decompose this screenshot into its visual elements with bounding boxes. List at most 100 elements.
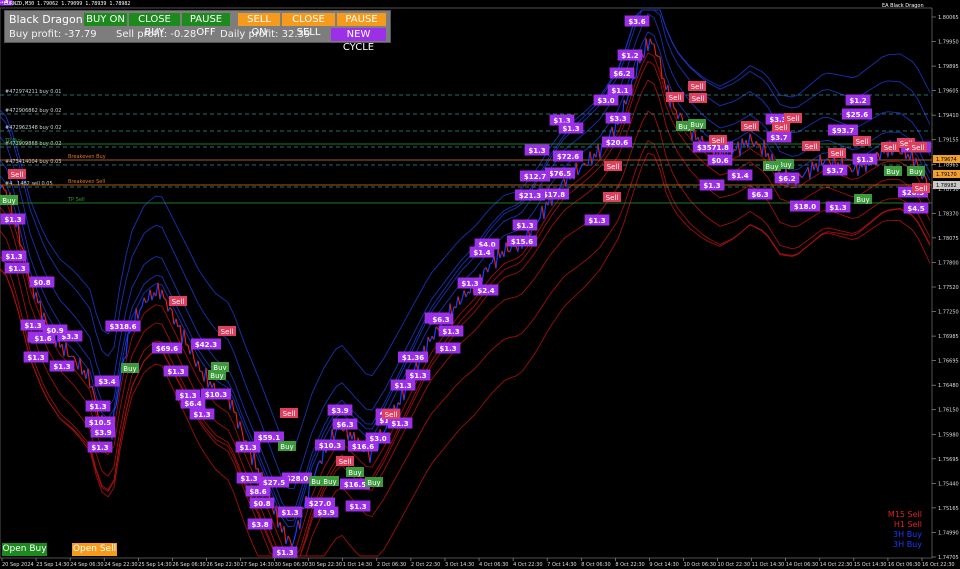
close-sell-button[interactable]: CLOSE SELL: [282, 13, 335, 38]
profit-label: $1.2: [617, 49, 643, 61]
profit-label: $3.9: [313, 506, 339, 518]
profit-label: $72.6: [553, 150, 583, 162]
legend-entry: 3H Buy: [893, 540, 922, 549]
price-tick-label: 1.80065: [938, 15, 959, 21]
order-line-label: TP Buy: [4, 138, 22, 144]
profit-label: $1.3: [0, 213, 26, 225]
buy-tag-text: Buy: [765, 163, 778, 171]
sell-tag-text: Sell: [339, 458, 352, 466]
svg-text:$1.3: $1.3: [349, 503, 366, 511]
profit-label: $6.2: [774, 172, 800, 184]
svg-text:$1.3: $1.3: [240, 475, 257, 483]
price-tick-label: 1.75695: [938, 457, 959, 463]
order-line-label: Breakeven Sell: [68, 179, 105, 185]
svg-text:$10.3: $10.3: [205, 391, 227, 399]
svg-text:$1.3: $1.3: [53, 363, 70, 371]
profit-label: $1.3: [524, 144, 550, 156]
svg-text:$1.3: $1.3: [281, 509, 298, 517]
profit-label: $3.0: [365, 432, 391, 444]
profit-label: $12.7: [520, 170, 550, 182]
profit-label: $1.3: [345, 500, 371, 512]
profit-label: $1.3: [20, 319, 46, 331]
svg-text:$1.3: $1.3: [89, 403, 106, 411]
profit-label: $1.3: [49, 360, 75, 372]
svg-text:$25.6: $25.6: [846, 111, 868, 119]
profit-label: $0.9: [42, 324, 68, 336]
profit-label: $1.4: [469, 246, 495, 258]
profit-label: $1.3: [584, 214, 610, 226]
profit-label: $20.6: [602, 136, 632, 148]
time-tick-label: 7 Oct 14:30: [547, 562, 576, 568]
svg-text:$6.2: $6.2: [613, 70, 630, 78]
open-sell-button[interactable]: Open Sell: [72, 543, 117, 556]
svg-text:$318.6: $318.6: [109, 323, 136, 331]
svg-text:$20.6: $20.6: [606, 139, 628, 147]
time-tick-label: 2 Oct 06:30: [377, 562, 406, 568]
price-tick-label: 1.76695: [938, 359, 959, 365]
svg-text:$1.3: $1.3: [442, 328, 459, 336]
price-tick-label: 1.75980: [938, 432, 959, 438]
svg-text:$1.3: $1.3: [528, 147, 545, 155]
price-chart[interactable]: #472974211 buy 0.01 #472906862 buy 0.02 #4…: [0, 0, 960, 569]
buy-tag-text: Buy: [348, 469, 361, 477]
order-line-label: #472906862 buy 0.02: [5, 108, 61, 114]
profit-label: $1.3: [23, 351, 49, 363]
svg-text:$1.3: $1.3: [239, 444, 256, 452]
expert-label: EA Black Dragon: [882, 3, 924, 9]
profit-label: $3.7: [822, 164, 848, 176]
svg-text:$3.4: $3.4: [98, 378, 115, 386]
price-tick-label: 1.76150: [938, 408, 959, 414]
svg-text:$3.7: $3.7: [826, 167, 843, 175]
svg-text:$1.3: $1.3: [24, 322, 41, 330]
svg-text:$1.3: $1.3: [193, 411, 210, 419]
profit-label: $1.2: [845, 94, 871, 106]
order-line-label: #472962348 buy 0.02: [5, 125, 61, 131]
close-buy-button[interactable]: CLOSE BUY: [129, 13, 180, 38]
svg-text:$1.6: $1.6: [34, 335, 51, 343]
profit-label: $1.3: [558, 122, 584, 134]
sell-on-button[interactable]: SELL ON: [238, 13, 280, 38]
svg-text:$6.2: $6.2: [778, 175, 795, 183]
legend-entry: 3H Buy: [893, 530, 922, 539]
price-tick-label: 1.78075: [938, 236, 959, 242]
price-tick-label: 1.79895: [938, 64, 959, 70]
profit-label: $1.3: [85, 400, 111, 412]
profit-label: $10.3: [315, 439, 345, 451]
svg-text:$1.3: $1.3: [439, 345, 456, 353]
svg-text:$3.0: $3.0: [597, 97, 614, 105]
svg-text:$16.5: $16.5: [344, 481, 366, 489]
order-line-label: Breakeven Buy: [68, 154, 106, 160]
window-title: EURNZD,M30 1.79062 1.79099 1.78939 1.789…: [4, 1, 131, 7]
open-buy-button[interactable]: Open Buy: [2, 543, 47, 556]
price-tick-label: 1.77520: [938, 285, 959, 291]
sell-tag-text: Sell: [692, 95, 705, 103]
svg-text:$1.3: $1.3: [409, 372, 426, 380]
svg-text:$3.8: $3.8: [251, 521, 268, 529]
profit-label: $1.3: [235, 441, 261, 453]
profit-label: $1.1: [607, 84, 633, 96]
svg-text:$10.5: $10.5: [89, 419, 111, 427]
svg-text:$18.0: $18.0: [794, 203, 816, 211]
time-tick-label: 1 Oct 14:30: [343, 562, 372, 568]
sell-tag-text: Sell: [831, 150, 844, 158]
sell-tag-text: Sell: [856, 138, 869, 146]
profit-label: $42.3: [191, 338, 221, 350]
svg-text:$59.1: $59.1: [258, 434, 280, 442]
order-line-label: #4...1482 sell 0.05: [5, 181, 53, 187]
pause-buy-button[interactable]: PAUSE OFF: [182, 13, 230, 38]
current-price-text: 1.79170: [936, 172, 957, 178]
price-segment: [655, 54, 659, 57]
buy-tag-text: Buy: [856, 196, 869, 204]
profit-label: $1.3: [87, 441, 113, 453]
pause-sell-button[interactable]: PAUSE OFF: [337, 13, 386, 38]
time-tick-label: 14 Oct 22:30: [820, 562, 853, 568]
time-tick-label: 3 Oct 14:30: [445, 562, 474, 568]
buy-on-button[interactable]: BUY ON: [84, 13, 127, 26]
svg-text:$93.7: $93.7: [832, 127, 854, 135]
profit-label: $6.3: [747, 188, 773, 200]
new-cycle-button[interactable]: NEW CYCLE: [331, 28, 386, 53]
profit-label: $15.6: [507, 235, 537, 247]
sell-tag-text: Sell: [11, 171, 24, 179]
time-tick-label: 8 Oct 22:30: [615, 562, 644, 568]
profit-label: $69.6: [152, 342, 182, 354]
